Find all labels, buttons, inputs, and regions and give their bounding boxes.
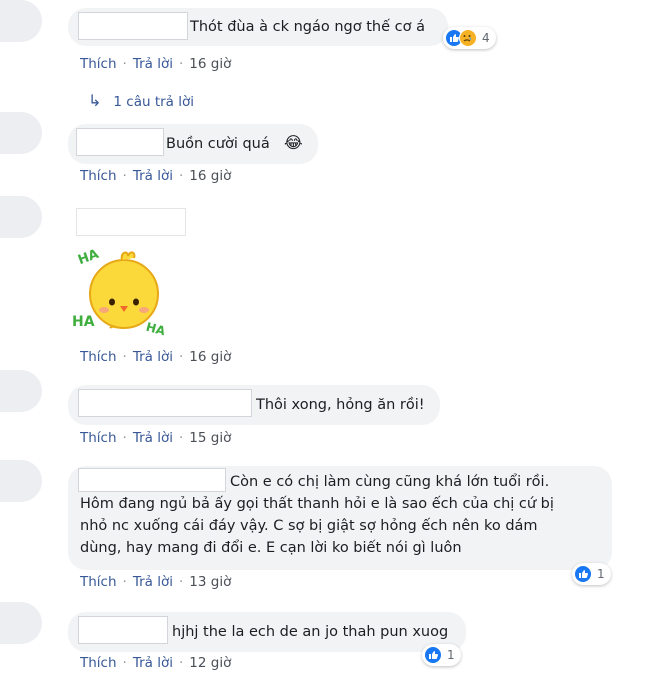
comment-bubble: Thót đùa à ck ngáo ngơ thế cơ á bbox=[68, 8, 448, 46]
avatar[interactable] bbox=[0, 370, 42, 412]
reaction-summary[interactable]: 1 bbox=[572, 563, 611, 585]
replies-count: 1 câu trả lời bbox=[113, 94, 194, 110]
timestamp[interactable]: 13 giờ bbox=[189, 574, 231, 590]
avatar[interactable] bbox=[0, 602, 42, 644]
separator: · bbox=[122, 574, 127, 590]
comment-text: hjhj the la ech de an jo thah pun xuog bbox=[172, 624, 449, 640]
like-link[interactable]: Thích bbox=[80, 655, 117, 671]
comment-text: Thót đùa à ck ngáo ngơ thế cơ á bbox=[190, 19, 425, 35]
separator: · bbox=[122, 349, 127, 365]
timestamp[interactable]: 16 giờ bbox=[189, 168, 231, 184]
comment-bubble: hjhj the la ech de an jo thah pun xuog bbox=[68, 612, 466, 652]
timestamp[interactable]: 12 giờ bbox=[189, 655, 231, 671]
like-link[interactable]: Thích bbox=[80, 574, 117, 590]
redacted-name bbox=[76, 128, 164, 156]
reaction-count: 4 bbox=[482, 31, 490, 45]
comment-bubble: Buồn cười quá 😂 bbox=[68, 124, 318, 164]
separator: · bbox=[178, 56, 184, 72]
avatar[interactable] bbox=[0, 196, 42, 238]
redacted-name bbox=[78, 389, 252, 417]
like-link[interactable]: Thích bbox=[80, 349, 117, 365]
reaction-count: 1 bbox=[597, 567, 605, 581]
ha-label: HA bbox=[72, 314, 95, 330]
reply-link[interactable]: Trả lời bbox=[133, 168, 173, 184]
separator: · bbox=[178, 655, 184, 671]
avatar[interactable] bbox=[0, 112, 42, 154]
like-reaction-icon bbox=[574, 565, 592, 583]
separator: · bbox=[178, 430, 184, 446]
reply-link[interactable]: Trả lời bbox=[133, 56, 173, 72]
separator: · bbox=[122, 56, 127, 72]
comment-actions: Thích · Trả lời · 16 giờ bbox=[80, 56, 231, 72]
reaction-count: 1 bbox=[447, 648, 455, 662]
comment-bubble: Thôi xong, hỏng ăn rồi! bbox=[68, 385, 440, 425]
view-replies-link[interactable]: ↳ 1 câu trả lời bbox=[88, 91, 194, 110]
reply-link[interactable]: Trả lời bbox=[133, 430, 173, 446]
reply-link[interactable]: Trả lời bbox=[133, 655, 173, 671]
redacted-name bbox=[78, 616, 168, 644]
avatar[interactable] bbox=[0, 0, 42, 42]
like-link[interactable]: Thích bbox=[80, 56, 117, 72]
separator: · bbox=[178, 168, 184, 184]
timestamp[interactable]: 15 giờ bbox=[189, 430, 231, 446]
redacted-name bbox=[76, 208, 186, 236]
comment-text: Thôi xong, hỏng ăn rồi! bbox=[256, 397, 425, 413]
comment-actions: Thích · Trả lời · 13 giờ bbox=[80, 574, 231, 590]
comment-actions: Thích · Trả lời · 12 giờ bbox=[80, 655, 231, 671]
comment-text-line: dùng, hay mang đi đổi e. E cạn lời ko bi… bbox=[80, 540, 462, 556]
redacted-name bbox=[78, 468, 226, 492]
avatar[interactable] bbox=[0, 460, 42, 502]
comment-text: Buồn cười quá bbox=[166, 136, 270, 152]
reply-arrow-icon: ↳ bbox=[88, 91, 102, 110]
haha-sticker: HA HA HA bbox=[72, 244, 172, 340]
like-reaction-icon bbox=[424, 646, 442, 664]
comment-bubble: Còn e có chị làm cùng cũng khá lớn tuổi … bbox=[68, 466, 612, 570]
comment-text-line: Hôm đang ngủ bả ấy gọi thất thanh hỏi e … bbox=[80, 496, 554, 512]
comment-actions: Thích · Trả lời · 15 giờ bbox=[80, 430, 231, 446]
reply-link[interactable]: Trả lời bbox=[133, 349, 173, 365]
like-link[interactable]: Thích bbox=[80, 430, 117, 446]
separator: · bbox=[178, 574, 184, 590]
timestamp[interactable]: 16 giờ bbox=[189, 56, 231, 72]
comment-text-line: nhỏ nc xuống cái đáy vậy. C sợ bị giật s… bbox=[80, 518, 538, 534]
reply-link[interactable]: Trả lời bbox=[133, 574, 173, 590]
laughing-emoji-icon: 😂 bbox=[284, 133, 303, 152]
like-link[interactable]: Thích bbox=[80, 168, 117, 184]
separator: · bbox=[122, 430, 127, 446]
comment-actions: Thích · Trả lời · 16 giờ bbox=[80, 168, 231, 184]
separator: · bbox=[178, 349, 184, 365]
separator: · bbox=[122, 655, 127, 671]
sad-reaction-icon bbox=[459, 29, 477, 47]
reaction-summary[interactable]: 4 bbox=[443, 27, 496, 49]
timestamp[interactable]: 16 giờ bbox=[189, 349, 231, 365]
comment-text-line: Còn e có chị làm cùng cũng khá lớn tuổi … bbox=[230, 474, 550, 490]
separator: · bbox=[122, 168, 127, 184]
redacted-name bbox=[78, 12, 188, 40]
reaction-summary[interactable]: 1 bbox=[422, 644, 461, 666]
comment-actions: Thích · Trả lời · 16 giờ bbox=[80, 349, 231, 365]
